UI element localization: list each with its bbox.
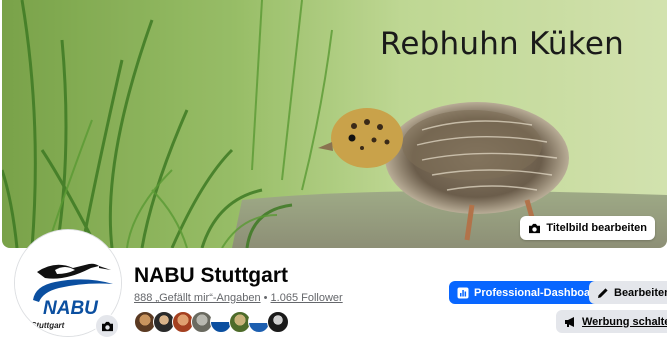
edit-label: Bearbeiten	[614, 286, 667, 299]
advertise-button[interactable]: Werbung schalten	[556, 310, 667, 333]
logo-subtext: Stuttgart	[31, 321, 65, 330]
likes-link[interactable]: 888 „Gefällt mir“-Angaben	[134, 292, 261, 304]
friends-facepile[interactable]	[134, 311, 289, 333]
avatar-camera-button[interactable]	[95, 314, 119, 338]
dashboard-icon	[457, 287, 469, 298]
edit-cover-label: Titelbild bearbeiten	[546, 222, 647, 234]
dashboard-label: Professional-Dashboard	[474, 286, 602, 299]
followers-link[interactable]: 1.065 Follower	[271, 292, 343, 304]
cover-photo[interactable]: Rebhuhn Küken Titelbild bearbeiten	[2, 0, 667, 248]
friend-avatar[interactable]	[267, 311, 289, 333]
edit-page-button[interactable]: Bearbeiten	[589, 281, 667, 304]
cover-title-text: Rebhuhn Küken	[380, 26, 624, 62]
logo-text: NABU	[43, 298, 99, 319]
camera-icon	[101, 321, 113, 331]
edit-cover-button[interactable]: Titelbild bearbeiten	[520, 216, 655, 240]
pencil-icon	[598, 287, 608, 298]
advertise-label: Werbung schalten	[582, 315, 667, 328]
page-title: NABU Stuttgart	[134, 264, 288, 287]
stats-separator: •	[260, 292, 271, 304]
page-stats: 888 „Gefällt mir“-Angaben • 1.065 Follow…	[134, 292, 343, 304]
professional-dashboard-button[interactable]: Professional-Dashboard	[449, 281, 610, 304]
megaphone-icon	[565, 316, 574, 327]
camera-icon	[529, 223, 541, 233]
